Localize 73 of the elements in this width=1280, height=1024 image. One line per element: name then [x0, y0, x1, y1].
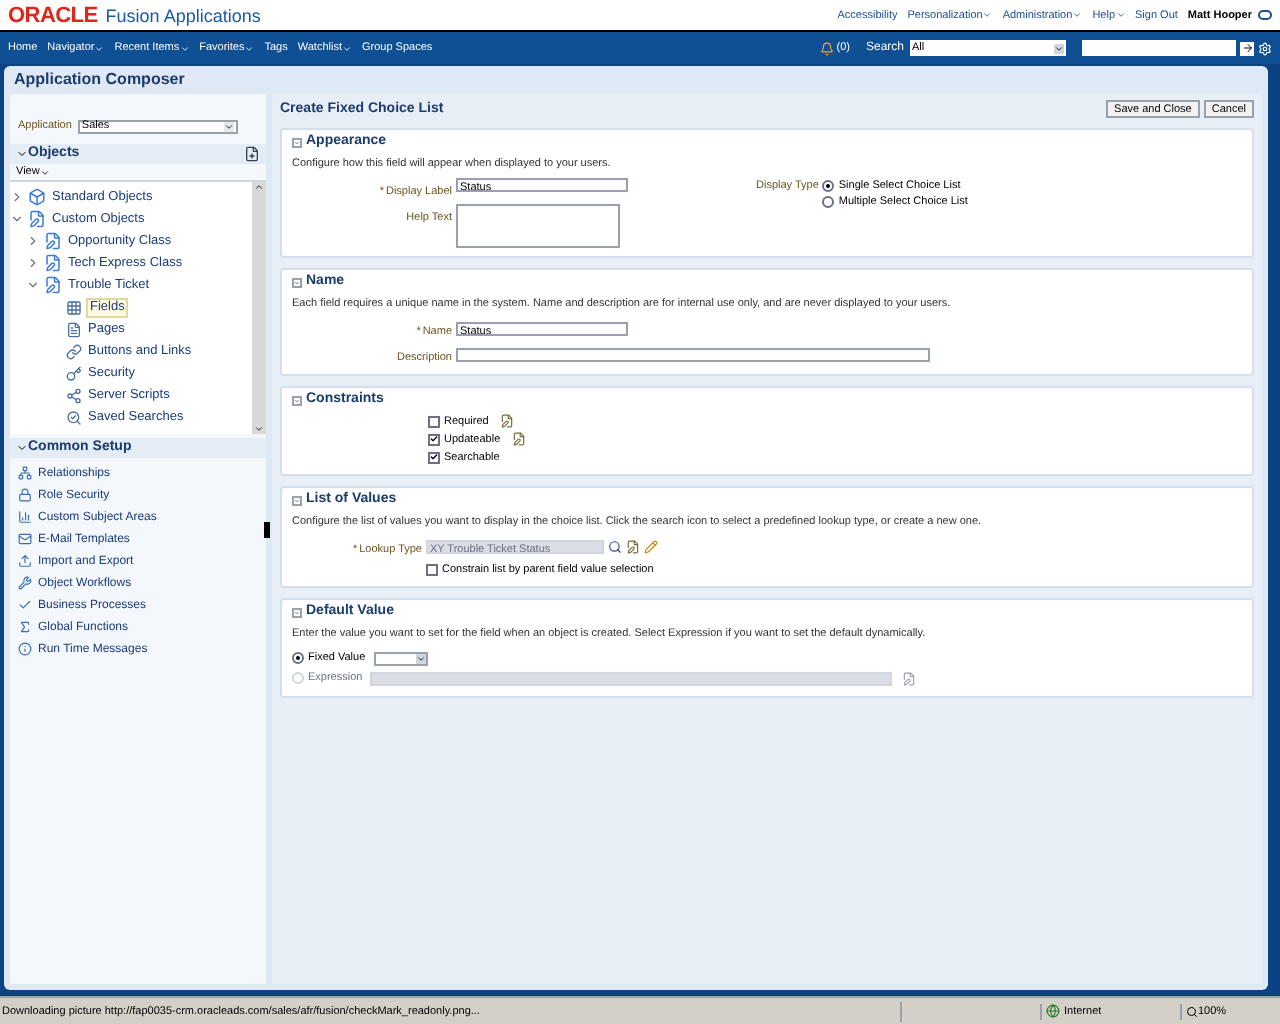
chain-link-icon: [66, 343, 82, 359]
bell-icon: [820, 41, 835, 55]
pencil-icon: [644, 540, 658, 554]
expander-icon[interactable]: [10, 212, 24, 226]
collapse-icon[interactable]: [292, 277, 302, 287]
network-icon: [18, 466, 32, 480]
search-icon: [66, 409, 82, 425]
caret-icon: [1115, 10, 1125, 20]
document-icon: [44, 232, 62, 250]
settings-icon: [1258, 41, 1272, 55]
collapse-icon[interactable]: [292, 395, 302, 405]
collapse-icon[interactable]: [292, 495, 302, 505]
grid-icon: [66, 299, 82, 315]
radio-button[interactable]: [292, 652, 304, 664]
envelope-icon: [18, 532, 32, 546]
key-icon: [66, 365, 82, 381]
document-icon: [44, 254, 62, 272]
scroll-up-icon[interactable]: [254, 182, 264, 192]
dropdown-arrow-icon[interactable]: [223, 121, 234, 131]
caret-icon: [1072, 10, 1083, 20]
radio-button[interactable]: [822, 196, 835, 208]
zoom-icon: [1186, 1005, 1198, 1017]
product-name: Fusion Applications: [105, 7, 261, 23]
expander-icon[interactable]: [26, 234, 40, 248]
search-icon: [608, 540, 622, 554]
lock-icon: [18, 488, 32, 502]
checkbox[interactable]: [428, 451, 440, 463]
collapse-icon[interactable]: [292, 607, 302, 617]
check-icon: [18, 598, 32, 612]
dropdown-arrow-icon[interactable]: [415, 653, 426, 663]
checkbox[interactable]: [426, 564, 438, 576]
caret-icon: [94, 43, 105, 53]
page-icon: [66, 321, 82, 337]
checkbox[interactable]: [428, 415, 440, 427]
new-document-icon: [244, 146, 260, 162]
expression-editor-icon: [626, 540, 640, 554]
expression-editor-icon: [512, 432, 527, 446]
dropdown-arrow-icon[interactable]: [1054, 43, 1064, 53]
expression-editor-icon: [902, 671, 917, 685]
caret-icon[interactable]: [39, 167, 50, 177]
expander-icon[interactable]: [10, 190, 24, 204]
cube-icon: [28, 188, 46, 206]
caret-icon: [244, 43, 255, 53]
bar-chart-icon: [18, 510, 32, 524]
expander-icon[interactable]: [26, 256, 40, 270]
text-area[interactable]: [456, 204, 620, 248]
nodes-icon: [66, 387, 82, 403]
splitter-handle[interactable]: [264, 522, 270, 538]
caret-icon: [982, 10, 993, 20]
expander-icon[interactable]: [26, 278, 40, 292]
scrollbar[interactable]: [252, 182, 266, 434]
document-icon: [28, 210, 46, 228]
expression-editor-icon: [500, 414, 515, 428]
go-button[interactable]: [1240, 41, 1254, 55]
globe-icon: [1046, 1004, 1060, 1018]
caret-icon: [341, 43, 352, 53]
page-title: Application Composer: [12, 68, 187, 92]
info-icon: [18, 642, 32, 656]
scroll-down-icon[interactable]: [254, 424, 264, 434]
caret-icon: [179, 43, 190, 53]
function-icon: [18, 620, 32, 634]
checkbox[interactable]: [428, 433, 440, 445]
logo: ORACLE: [8, 7, 98, 23]
upload-icon: [18, 554, 32, 568]
collapse-icon: [16, 148, 28, 160]
wrench-icon: [18, 576, 32, 590]
input-field[interactable]: [456, 348, 930, 362]
radio-button[interactable]: [822, 180, 835, 192]
collapse-icon[interactable]: [292, 137, 302, 147]
document-icon: [44, 276, 62, 294]
search-field[interactable]: [1082, 40, 1236, 56]
collapse-icon: [16, 442, 28, 454]
expression-field[interactable]: [370, 671, 893, 685]
